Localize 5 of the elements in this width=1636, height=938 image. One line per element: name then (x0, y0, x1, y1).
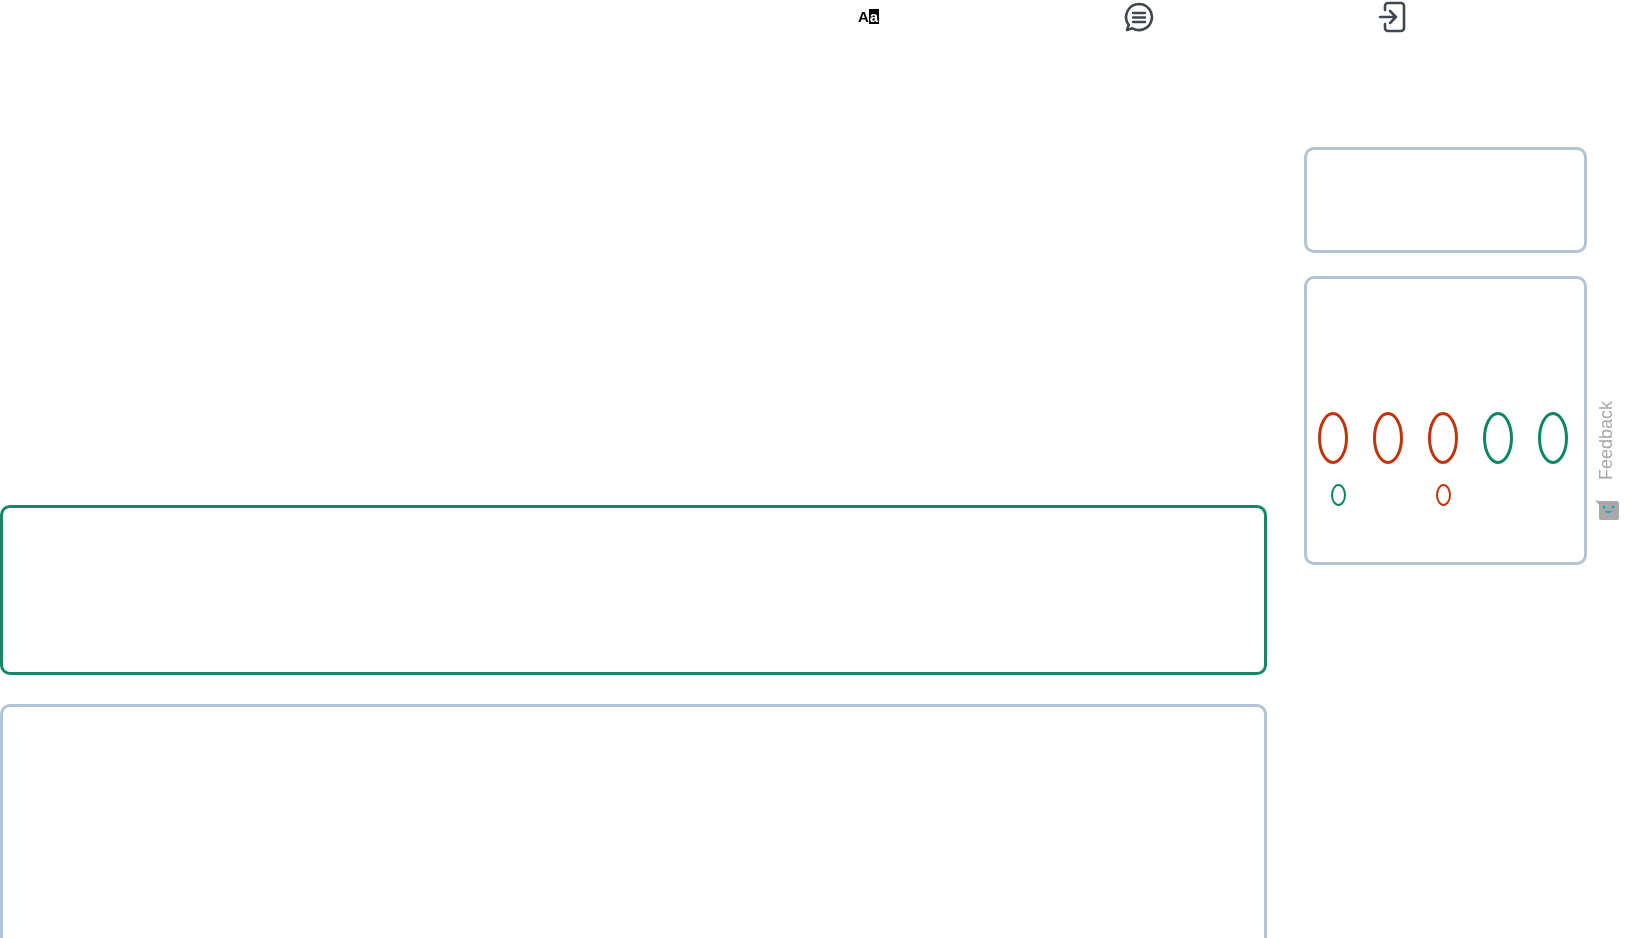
smiley-chat-icon (1593, 498, 1621, 522)
chat-icon[interactable] (1123, 1, 1156, 33)
feedback-label: Feedback (1595, 400, 1618, 480)
sign-in-icon[interactable] (1377, 1, 1408, 33)
font-size-button[interactable]: Aa (858, 4, 880, 28)
